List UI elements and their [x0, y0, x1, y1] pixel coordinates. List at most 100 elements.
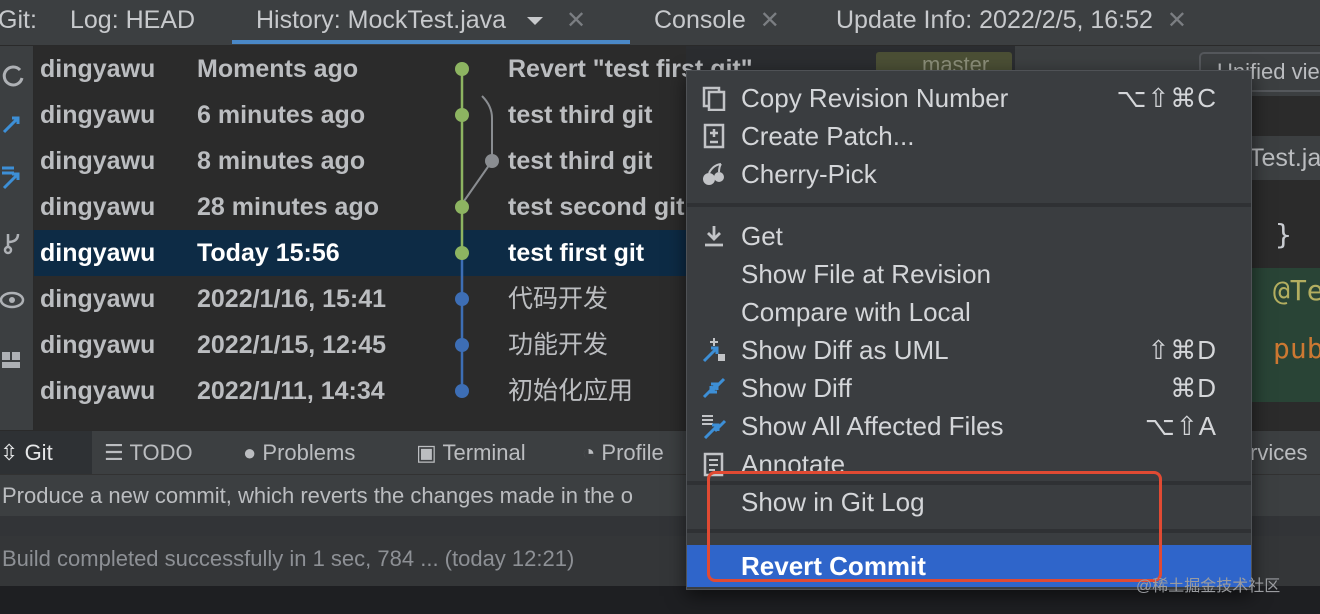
commit-node — [455, 62, 469, 76]
problems-icon: ● — [243, 440, 257, 465]
menu-item-label: Show Diff — [741, 373, 852, 403]
annotation-highlight-box — [707, 471, 1162, 582]
table-row-selected[interactable]: dingyawu Today 15:56 test first git — [34, 230, 686, 276]
tool-todo-button[interactable]: ☰ TODO — [104, 431, 193, 475]
diff-icon — [702, 377, 726, 399]
tool-profiler-button[interactable]: ◔ Profile — [582, 431, 664, 475]
chevron-down-icon[interactable] — [525, 14, 545, 28]
os-dock — [0, 586, 1320, 614]
diff-uml-icon[interactable] — [0, 164, 30, 192]
commit-message: test second git — [508, 193, 685, 221]
menu-item-shortcut: ⌥⇧⌘C — [1116, 83, 1217, 113]
code-line: @Te — [1273, 274, 1320, 307]
table-row[interactable]: dingyawu Moments ago Revert "test first gi… — [34, 46, 753, 92]
commit-node — [455, 384, 469, 398]
diff-uml-icon — [702, 338, 725, 363]
commit-node — [455, 338, 469, 352]
table-row[interactable]: dingyawu 28 minutes ago test second git — [34, 184, 686, 230]
commit-date: Today 15:56 — [197, 239, 340, 267]
left-toolbar — [0, 46, 34, 430]
git-tool-label: Git: — [0, 0, 37, 44]
tab-log-head[interactable]: Log: HEAD — [70, 0, 195, 44]
menu-separator — [687, 203, 1251, 207]
tab-update-info[interactable]: Update Info: 2022/2/5, 16:52 ✕ — [836, 0, 1187, 44]
menu-item-shortcut: ⇧⌘D — [1147, 335, 1217, 365]
tool-problems-button[interactable]: ● Problems — [243, 431, 355, 475]
table-row[interactable]: dingyawu 8 minutes ago test third git — [34, 138, 686, 184]
action-hint-text: Produce a new commit, which reverts the … — [2, 483, 633, 508]
menu-item-compare-with-local[interactable]: Compare with Local — [687, 293, 1251, 331]
menu-item-cherry-pick[interactable]: Cherry-Pick — [687, 155, 1251, 193]
tab-history[interactable]: History: MockTest.java ✕ — [232, 0, 630, 44]
menu-item-label: Copy Revision Number — [741, 83, 1009, 113]
branch-icon[interactable] — [0, 228, 30, 256]
list-icon: ☰ — [104, 440, 124, 465]
tool-terminal-label: Terminal — [442, 440, 526, 465]
commit-message: 初始化应用 — [508, 377, 634, 405]
close-icon[interactable]: ✕ — [566, 7, 586, 34]
watermark-text: @稀土掘金技术社区 — [1136, 578, 1281, 595]
menu-item-label: Create Patch... — [741, 121, 915, 151]
terminal-icon: ▣ — [416, 440, 437, 465]
commit-date: 2022/1/15, 12:45 — [197, 331, 387, 359]
diff-icon[interactable] — [0, 112, 30, 140]
tool-services-button[interactable]: rvices — [1250, 431, 1307, 475]
git-branch-icon: ⇳ — [0, 440, 19, 465]
menu-item-label: Show File at Revision — [741, 259, 991, 289]
tool-problems-label: Problems — [262, 440, 356, 465]
code-line: } — [1275, 218, 1292, 251]
menu-item-shortcut: ⌘D — [1170, 373, 1217, 403]
commit-node — [455, 200, 469, 214]
commit-message: 代码开发 — [508, 285, 609, 313]
commit-date: Moments ago — [197, 55, 359, 83]
table-row[interactable]: dingyawu 6 minutes ago test third git — [34, 92, 686, 138]
menu-item-show-all-affected-files[interactable]: Show All Affected Files ⌥⇧A — [687, 407, 1251, 445]
menu-item-label: Cherry-Pick — [741, 159, 877, 189]
tool-profiler-label: Profile — [601, 440, 664, 465]
menu-item-show-file-at-revision[interactable]: Show File at Revision — [687, 255, 1251, 293]
menu-item-label: Show Diff as UML — [741, 335, 949, 365]
file-tab-label: Test.ja — [1249, 144, 1320, 172]
tool-terminal-button[interactable]: ▣ Terminal — [416, 431, 526, 475]
tool-git-button[interactable]: ⇳ Git — [0, 431, 53, 475]
menu-item-label: Get — [741, 221, 783, 251]
patch-icon — [703, 123, 725, 149]
commit-history-list: dingyawu Moments ago Revert "test first gi… — [34, 46, 753, 430]
tool-todo-label: TODO — [129, 440, 193, 465]
menu-item-create-patch[interactable]: Create Patch... — [687, 117, 1251, 155]
watermark: @稀土掘金技术社区 — [1136, 572, 1280, 596]
menu-item-copy-revision-number[interactable]: Copy Revision Number ⌥⇧⌘C — [687, 79, 1251, 117]
commit-node — [455, 246, 469, 260]
code-line: pub — [1273, 332, 1320, 365]
table-row[interactable]: dingyawu 2022/1/15, 12:45 功能开发 — [34, 322, 686, 368]
commit-node — [485, 154, 499, 168]
eye-icon[interactable] — [0, 286, 30, 314]
close-icon[interactable]: ✕ — [1167, 7, 1187, 34]
git-tool-label-text: Git: — [0, 6, 37, 34]
tool-services-label: rvices — [1250, 440, 1308, 465]
affected-files-icon — [702, 415, 727, 439]
commit-node — [455, 108, 469, 122]
refresh-icon[interactable] — [0, 62, 30, 90]
menu-item-show-diff-as-uml[interactable]: Show Diff as UML ⇧⌘D — [687, 331, 1251, 369]
commit-date: 2022/1/11, 14:34 — [197, 377, 385, 405]
tab-update-info-label: Update Info: 2022/2/5, 16:52 — [836, 6, 1153, 34]
menu-item-get[interactable]: Get — [687, 217, 1251, 255]
menu-item-show-diff[interactable]: Show Diff ⌘D — [687, 369, 1251, 407]
cherry-icon — [703, 163, 724, 185]
commit-graph — [34, 46, 94, 430]
menu-item-shortcut: ⌥⇧A — [1144, 411, 1217, 441]
commit-graph-nodes — [455, 62, 499, 398]
tab-console[interactable]: Console ✕ — [654, 0, 780, 44]
group-icon[interactable] — [0, 348, 30, 376]
commit-message: 功能开发 — [508, 331, 609, 359]
commit-message: test third git — [508, 101, 653, 129]
menu-item-label: Show All Affected Files — [741, 411, 1004, 441]
commit-message: test third git — [508, 147, 653, 175]
table-row[interactable]: dingyawu 2022/1/16, 15:41 代码开发 — [34, 276, 686, 322]
menu-item-label: Compare with Local — [741, 297, 971, 327]
tab-history-label: History: MockTest.java — [256, 6, 507, 34]
close-icon[interactable]: ✕ — [760, 7, 780, 34]
table-row[interactable]: dingyawu 2022/1/11, 14:34 初始化应用 — [34, 368, 686, 414]
build-status-text: Build completed successfully in 1 sec, 7… — [2, 546, 575, 571]
